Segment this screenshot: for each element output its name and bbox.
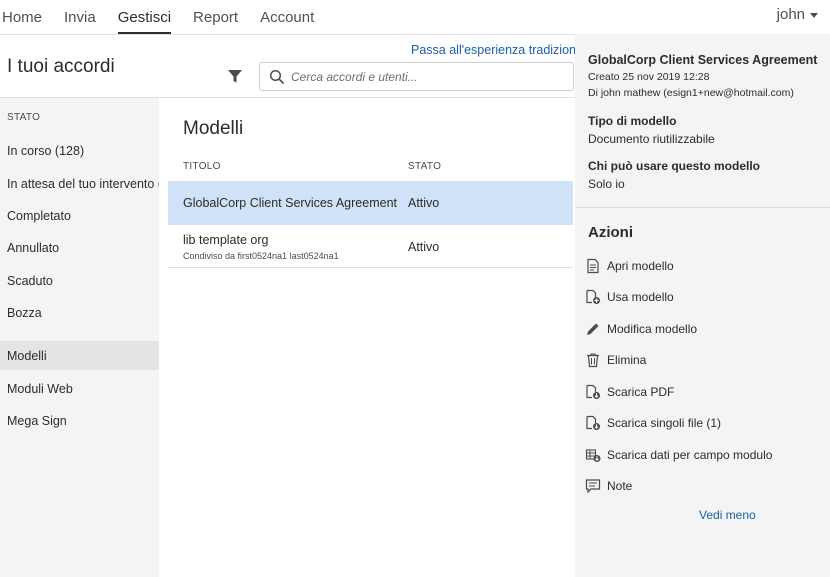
table-row[interactable]: lib template org Condiviso da first0524n… (168, 225, 573, 268)
column-header-title[interactable]: TITOLO (183, 161, 221, 172)
trash-icon (587, 353, 599, 368)
pencil-icon (587, 323, 599, 335)
action-label: Note (607, 479, 633, 493)
row-name: lib template org (183, 233, 269, 247)
usage-label: Chi può usare questo modello (588, 159, 761, 173)
search-box[interactable] (259, 62, 574, 91)
see-less-link[interactable]: Vedi meno (699, 508, 756, 522)
status-sidebar: STATO In corso (128) In attesa del tuo i… (0, 98, 173, 577)
download-file-icon (586, 415, 600, 430)
sidebar-item-cancelled[interactable]: Annullato (0, 233, 159, 262)
action-label: Scarica dati per campo modulo (607, 448, 773, 462)
classic-experience-link[interactable]: Passa all'esperienza tradizionale (411, 43, 593, 57)
sidebar-item-expired[interactable]: Scaduto (0, 266, 159, 295)
nav-manage[interactable]: Gestisci (117, 0, 172, 34)
download-data-icon (585, 449, 601, 462)
owner-info: Di john mathew (esign1+new@hotmail.com) (588, 87, 794, 99)
user-menu[interactable]: john (777, 0, 818, 28)
use-template-icon (586, 289, 600, 304)
action-label: Scarica singoli file (1) (607, 416, 722, 430)
download-files-action[interactable]: Scarica singoli file (1) (585, 412, 721, 434)
search-icon (269, 69, 285, 84)
row-name: GlobalCorp Client Services Agreement (183, 196, 397, 210)
edit-template-action[interactable]: Modifica modello (585, 318, 697, 340)
nav-send[interactable]: Invia (64, 0, 96, 34)
action-label: Usa modello (607, 290, 674, 304)
page-title: I tuoi accordi (7, 56, 115, 77)
template-type-value: Documento riutilizzabile (588, 132, 715, 146)
agreements-header: I tuoi accordi Passa all'esperienza trad… (0, 34, 593, 98)
open-template-action[interactable]: Apri modello (585, 255, 674, 277)
use-template-action[interactable]: Usa modello (585, 286, 674, 308)
sidebar-item-in-progress[interactable]: In corso (128) (0, 136, 159, 165)
delete-action[interactable]: Elimina (585, 349, 646, 371)
nav-account[interactable]: Account (260, 0, 314, 34)
sidebar-item-completed[interactable]: Completato (0, 201, 159, 230)
open-document-icon (587, 258, 599, 274)
user-name: john (776, 5, 805, 23)
created-date: Creato 25 nov 2019 12:28 (588, 71, 710, 83)
notes-action[interactable]: Note (585, 475, 632, 497)
chevron-down-icon (810, 12, 818, 18)
templates-list: Modelli TITOLO STATO GlobalCorp Client S… (159, 98, 575, 577)
template-name: GlobalCorp Client Services Agreement (588, 53, 818, 67)
action-label: Modifica modello (607, 322, 698, 336)
row-shared-by: Condiviso da first0524na1 last0524na1 (183, 251, 339, 261)
sidebar-item-draft[interactable]: Bozza (0, 298, 159, 327)
sidebar-item-web-forms[interactable]: Moduli Web (0, 374, 159, 403)
filter-icon[interactable] (227, 68, 243, 84)
download-pdf-action[interactable]: Scarica PDF (585, 381, 674, 403)
column-header-status[interactable]: STATO (408, 161, 441, 172)
divider (575, 207, 830, 208)
nav-home[interactable]: Home (2, 0, 42, 34)
sidebar-item-templates[interactable]: Modelli (0, 341, 159, 370)
row-status: Attivo (408, 240, 440, 254)
download-form-data-action[interactable]: Scarica dati per campo modulo (585, 444, 772, 466)
template-type-label: Tipo di modello (588, 114, 677, 128)
sidebar-item-mega-sign[interactable]: Mega Sign (0, 406, 159, 435)
row-status: Attivo (408, 196, 440, 210)
sidebar-heading: STATO (7, 112, 41, 123)
nav-report[interactable]: Report (193, 0, 238, 34)
usage-value: Solo io (588, 177, 625, 191)
list-title: Modelli (183, 118, 244, 139)
action-label: Scarica PDF (607, 385, 675, 399)
action-label: Elimina (607, 353, 647, 367)
actions-title: Azioni (588, 224, 633, 241)
sidebar-item-waiting-for-you[interactable]: In attesa del tuo intervento (1) (0, 169, 173, 198)
action-label: Apri modello (607, 259, 674, 273)
search-input[interactable] (291, 69, 561, 84)
download-pdf-icon (586, 384, 600, 399)
top-navigation: Home Invia Gestisci Report Account john (0, 0, 830, 34)
details-panel: GlobalCorp Client Services Agreement Cre… (575, 34, 830, 577)
table-row[interactable]: GlobalCorp Client Services Agreement Att… (168, 181, 573, 225)
note-icon (585, 479, 601, 494)
